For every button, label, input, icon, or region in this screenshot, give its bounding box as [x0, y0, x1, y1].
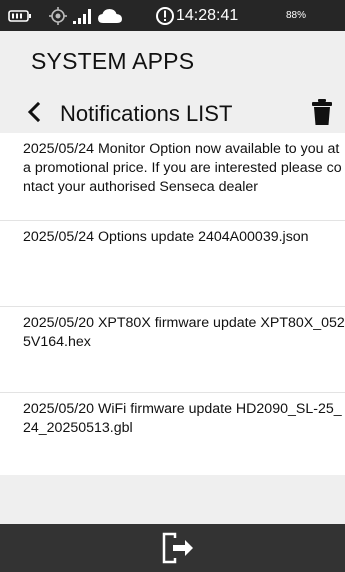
battery-percent: 88% — [286, 10, 307, 21]
signal-icon — [72, 0, 94, 31]
status-bar: 14:28:41 88% — [0, 0, 345, 31]
list-item[interactable]: 2025/05/20 XPT80X firmware update XPT80X… — [0, 307, 345, 393]
notification-text: 2025/05/20 WiFi firmware update HD2090_S… — [23, 401, 342, 436]
list-item[interactable]: 2025/05/24 Options update 2404A00039.jso… — [0, 221, 345, 307]
notification-text: 2025/05/24 Options update 2404A00039.jso… — [23, 229, 309, 245]
status-time: 14:28:41 — [176, 6, 239, 24]
delete-all-button[interactable] — [310, 97, 334, 127]
chevron-left-icon — [24, 101, 46, 131]
bottom-bar — [0, 524, 345, 572]
app-title: SYSTEM APPS — [31, 48, 195, 74]
gps-icon — [48, 0, 68, 31]
back-button[interactable] — [24, 97, 46, 127]
nav-bar: Notifications LIST — [0, 93, 345, 133]
cloud-icon — [97, 0, 123, 31]
notification-text: 2025/05/24 Monitor Option now available … — [23, 141, 342, 195]
page-title: Notifications LIST — [60, 101, 233, 126]
list-item[interactable]: 2025/05/20 WiFi firmware update HD2090_S… — [0, 393, 345, 475]
list-item[interactable]: 2025/05/24 Monitor Option now available … — [0, 133, 345, 221]
exit-icon — [158, 532, 208, 570]
alert-icon — [155, 0, 175, 31]
battery-outline-icon — [8, 0, 32, 31]
exit-button[interactable] — [158, 530, 208, 566]
trash-icon — [310, 99, 334, 131]
notification-text: 2025/05/20 XPT80X firmware update XPT80X… — [23, 315, 345, 350]
notifications-list: 2025/05/24 Monitor Option now available … — [0, 133, 345, 475]
